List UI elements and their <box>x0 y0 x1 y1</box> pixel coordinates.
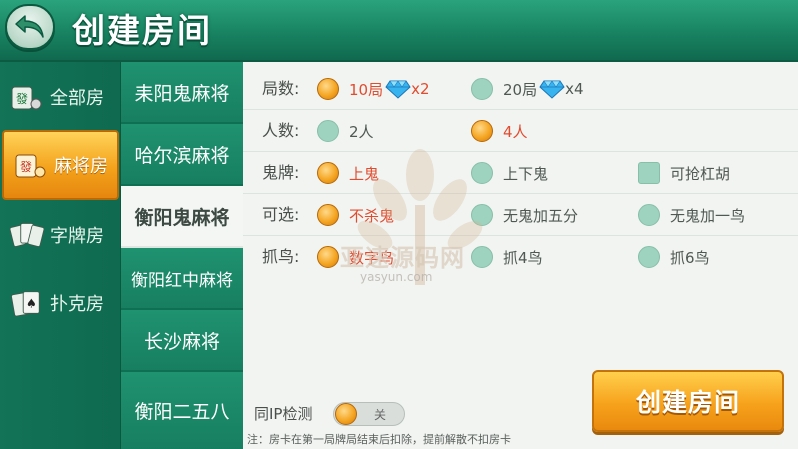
cost-multiplier: x2 <box>411 80 430 98</box>
svg-text:發: 發 <box>20 159 32 174</box>
category-label: 麻将房 <box>54 156 108 177</box>
watermark-text: 亚速源码网 <box>340 244 465 272</box>
watermark-url: yasyun.com <box>360 270 433 284</box>
option-row-optional: 可选: 不杀鬼 无鬼加五分 无鬼加一鸟 <box>243 194 798 236</box>
diamond-icon <box>539 80 565 99</box>
radio-unselected[interactable] <box>317 120 339 142</box>
game-list: 耒阳鬼麻将 哈尔滨麻将 衡阳鬼麻将 衡阳红中麻将 长沙麻将 衡阳二五八 <box>121 62 243 449</box>
option-4-players[interactable]: 4人 <box>471 110 528 152</box>
option-text: 10局 <box>349 80 384 99</box>
category-all-rooms[interactable]: 發 全部房 <box>0 62 121 132</box>
option-text: 可抢杠胡 <box>670 164 731 183</box>
option-text: 不杀鬼 <box>349 206 395 225</box>
option-20-rounds[interactable]: 20局 x4 <box>471 68 584 110</box>
radio-selected[interactable] <box>471 120 493 142</box>
category-mahjong-rooms[interactable]: 發 麻将房 <box>2 130 119 200</box>
option-label: 鬼牌: <box>262 163 300 182</box>
back-button[interactable] <box>5 4 55 50</box>
option-upper-lower-ghost[interactable]: 上下鬼 <box>471 152 548 194</box>
page-title: 创建房间 <box>72 11 212 50</box>
option-text: 上鬼 <box>349 164 380 183</box>
option-10-rounds[interactable]: 10局 x2 <box>317 68 430 110</box>
option-2-players[interactable]: 2人 <box>317 110 374 152</box>
checkbox-unchecked[interactable] <box>638 162 660 184</box>
radio-selected[interactable] <box>317 246 339 268</box>
option-text: 抓6鸟 <box>670 248 710 267</box>
option-catch-4-birds[interactable]: 抓4鸟 <box>471 236 543 278</box>
mahjong-tile-icon: 發 <box>14 148 48 182</box>
radio-unselected[interactable] <box>471 78 493 100</box>
category-poker-rooms[interactable]: ♠ 扑克房 <box>0 268 121 338</box>
create-room-button[interactable]: 创建房间 <box>592 370 784 432</box>
game-item-selected[interactable]: 衡阳鬼麻将 <box>121 186 243 248</box>
toggle-knob[interactable] <box>335 403 357 425</box>
radio-selected[interactable] <box>317 204 339 226</box>
option-label: 可选: <box>262 205 300 224</box>
room-card-note: 注：房卡在第一局牌局结束后扣除，提前解散不扣房卡 <box>247 433 511 446</box>
game-item[interactable]: 长沙麻将 <box>121 310 243 372</box>
option-text: 上下鬼 <box>503 164 549 183</box>
radio-unselected[interactable] <box>471 162 493 184</box>
game-item[interactable]: 耒阳鬼麻将 <box>121 62 243 124</box>
category-word-card-rooms[interactable]: 字牌房 <box>0 200 121 270</box>
category-label: 字牌房 <box>50 226 104 247</box>
option-text: 4人 <box>503 122 528 141</box>
cost-multiplier: x4 <box>565 80 584 98</box>
category-sidebar: 發 全部房 發 麻将房 字牌房 ♠ 扑克房 <box>0 62 121 449</box>
option-label: 抓鸟: <box>262 247 300 266</box>
radio-unselected[interactable] <box>638 246 660 268</box>
option-upper-ghost[interactable]: 上鬼 <box>317 152 379 194</box>
option-no-ghost-plus-five[interactable]: 无鬼加五分 <box>471 194 578 236</box>
option-catch-6-birds[interactable]: 抓6鸟 <box>638 236 710 278</box>
mahjong-tile-icon: 發 <box>10 80 44 114</box>
game-item[interactable]: 哈尔滨麻将 <box>121 124 243 186</box>
option-no-kill-ghost[interactable]: 不杀鬼 <box>317 194 394 236</box>
radio-unselected[interactable] <box>471 246 493 268</box>
word-cards-icon <box>10 218 44 252</box>
svg-text:♠: ♠ <box>26 297 37 311</box>
header-bar: 创建房间 <box>0 0 798 62</box>
option-text: 2人 <box>349 122 374 141</box>
option-label: 局数: <box>262 79 300 98</box>
category-label: 全部房 <box>50 88 104 109</box>
option-row-birds: 抓鸟: 数字鸟 抓4鸟 抓6鸟 <box>243 236 798 278</box>
option-row-ghost: 鬼牌: 上鬼 上下鬼 可抢杠胡 <box>243 152 798 194</box>
ip-check-toggle[interactable]: 关 <box>333 402 405 426</box>
option-text: 抓4鸟 <box>503 248 543 267</box>
toggle-state: 关 <box>374 408 387 422</box>
back-arrow-icon <box>15 15 44 38</box>
category-label: 扑克房 <box>50 294 104 315</box>
option-row-rounds: 局数: 10局 x2 20局 x4 <box>243 68 798 110</box>
ip-check-label: 同IP检测 <box>254 405 313 423</box>
game-item[interactable]: 衡阳红中麻将 <box>121 248 243 310</box>
game-item[interactable]: 衡阳二五八 <box>121 372 243 449</box>
option-text: 无鬼加一鸟 <box>670 206 746 225</box>
option-row-players: 人数: 2人 4人 <box>243 110 798 152</box>
radio-selected[interactable] <box>317 162 339 184</box>
poker-cards-icon: ♠ <box>10 286 44 320</box>
option-no-ghost-plus-bird[interactable]: 无鬼加一鸟 <box>638 194 745 236</box>
option-text: 20局 <box>503 80 538 99</box>
option-label: 人数: <box>262 121 300 140</box>
radio-selected[interactable] <box>317 78 339 100</box>
diamond-icon <box>385 80 411 99</box>
radio-unselected[interactable] <box>471 204 493 226</box>
option-text: 无鬼加五分 <box>503 206 579 225</box>
radio-unselected[interactable] <box>638 204 660 226</box>
option-rob-kong[interactable]: 可抢杠胡 <box>638 152 730 194</box>
svg-text:發: 發 <box>16 91 28 106</box>
